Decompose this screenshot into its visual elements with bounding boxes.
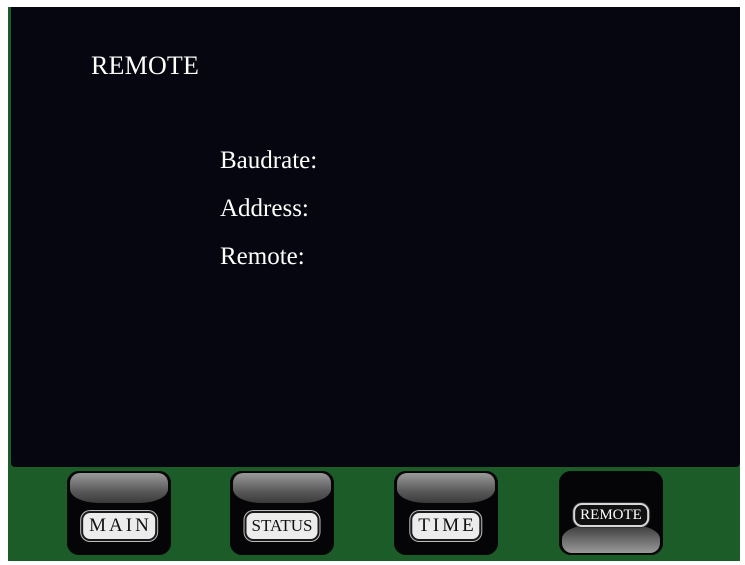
button-highlight: [70, 473, 168, 503]
baudrate-label: Baudrate:: [220, 147, 318, 174]
remote-button[interactable]: REMOTE: [559, 471, 663, 555]
remote-button-label: REMOTE: [573, 503, 649, 527]
button-highlight: [233, 473, 331, 503]
button-highlight: [397, 473, 495, 503]
status-button-label: STATUS: [244, 511, 320, 541]
time-button-label: TIME: [410, 511, 482, 541]
status-button[interactable]: STATUS: [230, 471, 334, 555]
time-button[interactable]: TIME: [394, 471, 498, 555]
main-button[interactable]: MAIN: [67, 471, 171, 555]
display-screen: REMOTE Baudrate: Address: Remote:: [11, 7, 740, 467]
page-title: REMOTE: [91, 51, 200, 80]
button-highlight: [562, 525, 660, 553]
remote-label: Remote:: [220, 243, 305, 270]
address-label: Address:: [220, 195, 309, 222]
main-button-label: MAIN: [81, 511, 157, 541]
bottom-navigation: MAIN STATUS TIME REMOTE: [8, 467, 740, 561]
